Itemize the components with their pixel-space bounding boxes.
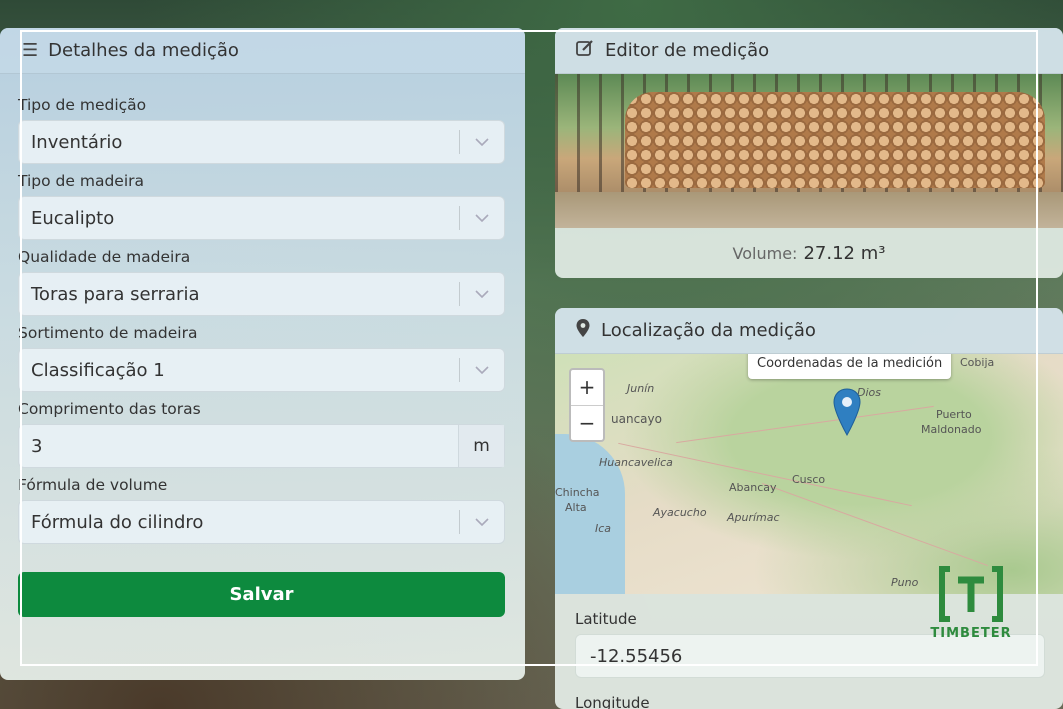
wood-type-select[interactable]: Eucalipto bbox=[18, 196, 505, 240]
map-label-junin: Junín bbox=[627, 382, 655, 395]
log-pile bbox=[625, 92, 1045, 188]
map-label-chincha: Chincha bbox=[555, 486, 600, 499]
map-label-huancayo: uancayo bbox=[611, 412, 662, 426]
zoom-out-button[interactable]: − bbox=[571, 406, 603, 441]
timbeter-logo: TIMBETER bbox=[930, 566, 1012, 641]
map-label-ica: Ica bbox=[595, 522, 612, 535]
map-label-alta: Alta bbox=[565, 501, 587, 514]
wood-quality-label: Qualidade de madeira bbox=[18, 248, 191, 266]
wood-type-value: Eucalipto bbox=[31, 207, 115, 229]
log-length-input[interactable]: 3 m bbox=[18, 424, 505, 468]
measurement-type-value: Inventário bbox=[31, 131, 123, 153]
measurement-editor-card: Editor de medição Volume: 27.12 m³ bbox=[555, 28, 1063, 278]
log-length-value[interactable]: 3 bbox=[19, 436, 458, 457]
chevron-down-icon[interactable] bbox=[460, 366, 504, 374]
map-zoom-control: + − bbox=[569, 368, 605, 442]
log-length-label: Comprimento das toras bbox=[18, 400, 201, 418]
location-pin-icon[interactable] bbox=[833, 388, 861, 440]
editor-title: Editor de medição bbox=[605, 40, 770, 61]
map-label-ayacucho: Ayacucho bbox=[653, 506, 707, 519]
map-label-apurimac: Apurímac bbox=[727, 511, 780, 524]
map-label-cusco: Cusco bbox=[792, 473, 826, 486]
log-pile-photo[interactable] bbox=[555, 74, 1063, 228]
editor-header: Editor de medição bbox=[555, 28, 1063, 74]
map-label-huancavelica: Huancavelica bbox=[599, 456, 673, 469]
wood-quality-value: Toras para serraria bbox=[31, 283, 200, 305]
volume-display: Volume: 27.12 m³ bbox=[555, 228, 1063, 278]
chevron-down-icon[interactable] bbox=[460, 290, 504, 298]
save-button[interactable]: Salvar bbox=[18, 572, 505, 617]
map-label-cobija: Cobija bbox=[960, 356, 995, 369]
wood-type-label: Tipo de madeira bbox=[18, 172, 144, 190]
volume-formula-label: Fórmula de volume bbox=[18, 476, 168, 494]
measurement-location-card: Localização da medição Junín uancayo Hua… bbox=[555, 308, 1063, 709]
map-label-puerto: Puerto bbox=[936, 408, 972, 421]
map-marker-icon bbox=[575, 318, 591, 343]
volume-formula-value: Fórmula do cilindro bbox=[31, 511, 204, 533]
edit-icon bbox=[575, 38, 595, 63]
map-label-abancay: Abancay bbox=[729, 481, 777, 494]
list-icon: ☰ bbox=[22, 40, 39, 61]
measurement-type-select[interactable]: Inventário bbox=[18, 120, 505, 164]
location-header: Localização da medição bbox=[555, 308, 1063, 354]
chevron-down-icon[interactable] bbox=[460, 214, 504, 222]
details-form: Tipo de medição Inventário Tipo de madei… bbox=[0, 74, 525, 617]
details-header: ☰ Detalhes da medição bbox=[0, 28, 525, 74]
volume-label: Volume: bbox=[732, 243, 798, 263]
wood-assortment-select[interactable]: Classificação 1 bbox=[18, 348, 505, 392]
chevron-down-icon[interactable] bbox=[460, 138, 504, 146]
measurement-details-card: ☰ Detalhes da medição Tipo de medição In… bbox=[0, 28, 525, 680]
longitude-label: Longitude bbox=[575, 694, 650, 709]
timbeter-logo-icon bbox=[939, 566, 1003, 622]
brand-name: TIMBETER bbox=[930, 626, 1012, 641]
wood-assortment-value: Classificação 1 bbox=[31, 359, 165, 381]
map-label-puno: Puno bbox=[891, 576, 919, 589]
volume-formula-select[interactable]: Fórmula do cilindro bbox=[18, 500, 505, 544]
chevron-down-icon[interactable] bbox=[460, 518, 504, 526]
wood-assortment-label: Sortimento de madeira bbox=[18, 324, 198, 342]
wood-quality-select[interactable]: Toras para serraria bbox=[18, 272, 505, 316]
zoom-in-button[interactable]: + bbox=[571, 370, 603, 406]
location-title: Localização da medição bbox=[601, 320, 816, 341]
details-title: Detalhes da medição bbox=[48, 40, 239, 61]
volume-value: 27.12 m³ bbox=[803, 242, 886, 264]
map-tooltip: Coordenadas de la medición bbox=[748, 354, 952, 379]
location-map[interactable]: Junín uancayo Huancavelica Chincha Alta … bbox=[555, 354, 1063, 594]
map-label-maldonado: Maldonado bbox=[921, 423, 982, 436]
log-length-unit: m bbox=[458, 425, 504, 467]
measurement-type-label: Tipo de medição bbox=[18, 96, 147, 114]
